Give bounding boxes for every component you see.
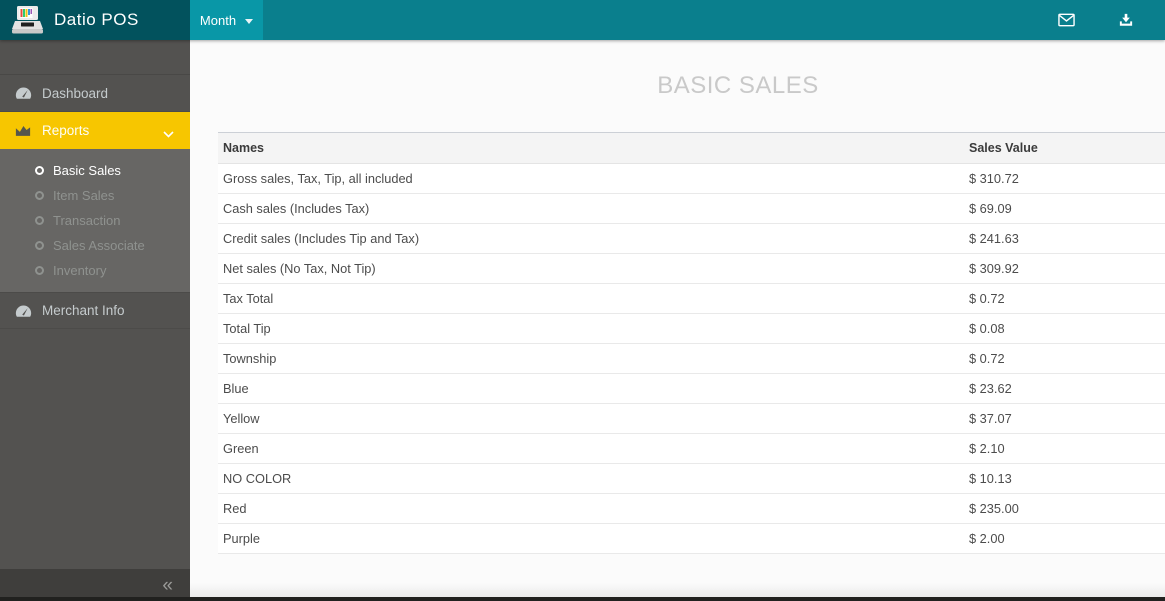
table-row: Blue $ 23.62	[218, 373, 1165, 404]
download-icon[interactable]	[1111, 0, 1141, 40]
basic-sales-table: Names Sales Value Gross sales, Tax, Tip,…	[218, 132, 1165, 554]
envelope-icon[interactable]	[1051, 0, 1081, 40]
row-name-cell: Cash sales (Includes Tax)	[218, 193, 964, 224]
row-name-cell: Township	[218, 343, 964, 374]
page-title: BASIC SALES	[657, 72, 819, 99]
row-name-cell: Net sales (No Tax, Not Tip)	[218, 253, 964, 284]
reports-submenu-item[interactable]: Transaction	[0, 208, 190, 233]
sidebar-top-spacer	[0, 40, 190, 75]
row-value-cell: $ 309.92	[964, 253, 1165, 284]
chevron-down-icon	[163, 126, 174, 141]
table-row: Township $ 0.72	[218, 343, 1165, 374]
submenu-item-label: Item Sales	[53, 188, 115, 203]
table-row: Green $ 2.10	[218, 433, 1165, 464]
circle-outline-icon	[35, 266, 44, 275]
sidebar-item-label: Merchant Info	[42, 303, 125, 318]
row-value-cell: $ 0.08	[964, 313, 1165, 344]
circle-outline-icon	[35, 241, 44, 250]
report-container: BASIC SALES Names Sales Value Gross sale…	[218, 65, 1165, 554]
sidebar-filler	[0, 329, 190, 569]
double-chevron-left-icon: «	[162, 574, 173, 596]
table-row: Gross sales, Tax, Tip, all included $ 31…	[218, 163, 1165, 194]
sidebar: Dashboard Reports Basic Sales Item Sales	[0, 40, 190, 601]
row-value-cell: $ 310.72	[964, 163, 1165, 194]
row-name-cell: Gross sales, Tax, Tip, all included	[218, 163, 964, 194]
reports-submenu-item[interactable]: Inventory	[0, 258, 190, 283]
table-row: Red $ 235.00	[218, 493, 1165, 524]
caret-down-icon	[245, 18, 254, 24]
area-chart-icon	[15, 124, 35, 137]
sidebar-item-label: Reports	[42, 123, 90, 138]
tachometer-icon	[15, 86, 35, 100]
row-name-cell: Blue	[218, 373, 964, 404]
table-row: Credit sales (Includes Tip and Tax) $ 24…	[218, 223, 1165, 254]
submenu-item-label: Sales Associate	[53, 238, 145, 253]
cash-register-icon	[10, 4, 46, 36]
row-value-cell: $ 0.72	[964, 343, 1165, 374]
row-name-cell: Green	[218, 433, 964, 464]
row-value-cell: $ 2.10	[964, 433, 1165, 464]
table-row: Net sales (No Tax, Not Tip) $ 309.92	[218, 253, 1165, 284]
table-row: Cash sales (Includes Tax) $ 69.09	[218, 193, 1165, 224]
row-name-cell: Credit sales (Includes Tip and Tax)	[218, 223, 964, 254]
period-dropdown-label: Month	[199, 12, 237, 28]
table-row: Purple $ 2.00	[218, 523, 1165, 554]
reports-submenu-item[interactable]: Basic Sales	[0, 158, 190, 183]
table-header-row: Names Sales Value	[218, 132, 1165, 164]
table-row: Tax Total $ 0.72	[218, 283, 1165, 314]
submenu-item-label: Basic Sales	[53, 163, 121, 178]
period-dropdown[interactable]: Month	[190, 0, 263, 40]
row-value-cell: $ 69.09	[964, 193, 1165, 224]
submenu-item-label: Inventory	[53, 263, 107, 278]
sidebar-item-merchant-info[interactable]: Merchant Info	[0, 292, 190, 329]
row-name-cell: NO COLOR	[218, 463, 964, 494]
brand-name: Datio POS	[54, 10, 139, 29]
row-name-cell: Total Tip	[218, 313, 964, 344]
submenu-item-label: Transaction	[53, 213, 121, 228]
circle-outline-icon	[35, 216, 44, 225]
reports-submenu-item[interactable]: Sales Associate	[0, 233, 190, 258]
tachometer-icon	[15, 304, 35, 318]
row-name-cell: Red	[218, 493, 964, 524]
row-value-cell: $ 0.72	[964, 283, 1165, 314]
row-name-cell: Yellow	[218, 403, 964, 434]
reports-submenu-item[interactable]: Item Sales	[0, 183, 190, 208]
top-header: Datio POS Month	[0, 0, 1165, 40]
row-value-cell: $ 241.63	[964, 223, 1165, 254]
header-spacer	[263, 0, 1051, 40]
sidebar-item-dashboard[interactable]: Dashboard	[0, 75, 190, 112]
table-row: NO COLOR $ 10.13	[218, 463, 1165, 494]
circle-outline-icon	[35, 166, 44, 175]
sidebar-item-label: Dashboard	[42, 85, 109, 101]
row-name-cell: Tax Total	[218, 283, 964, 314]
row-value-cell: $ 37.07	[964, 403, 1165, 434]
table-row: Yellow $ 37.07	[218, 403, 1165, 434]
row-name-cell: Purple	[218, 523, 964, 554]
row-value-cell: $ 2.00	[964, 523, 1165, 554]
row-value-cell: $ 23.62	[964, 373, 1165, 404]
header-actions	[1051, 0, 1165, 40]
sidebar-item-reports[interactable]: Reports	[0, 112, 190, 149]
bottom-edge-bar	[0, 597, 1165, 601]
circle-outline-icon	[35, 191, 44, 200]
table-row: Total Tip $ 0.08	[218, 313, 1165, 344]
column-header-sales-value: Sales Value	[964, 132, 1165, 164]
reports-submenu: Basic Sales Item Sales Transaction Sales…	[0, 149, 190, 292]
column-header-names: Names	[218, 132, 964, 164]
main-content: BASIC SALES Names Sales Value Gross sale…	[190, 40, 1165, 601]
brand-home-link[interactable]: Datio POS	[0, 0, 190, 40]
row-value-cell: $ 235.00	[964, 493, 1165, 524]
row-value-cell: $ 10.13	[964, 463, 1165, 494]
